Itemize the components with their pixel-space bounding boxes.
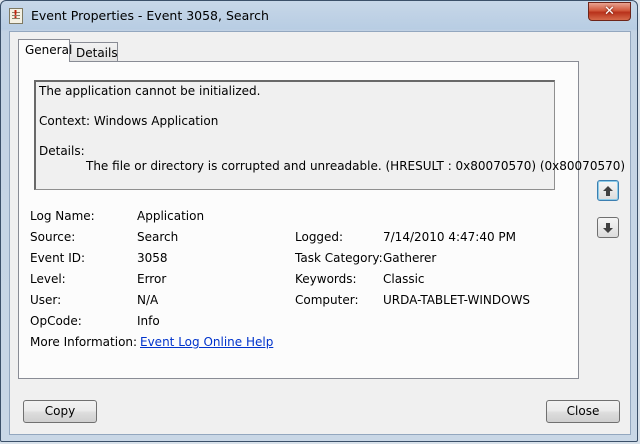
- log-name-value: Application: [137, 209, 205, 223]
- logged-label: Logged:: [295, 230, 344, 244]
- keywords-label: Keywords:: [295, 272, 357, 286]
- user-label: User:: [30, 293, 62, 307]
- close-icon: ✕: [604, 4, 615, 19]
- log-name-label: Log Name:: [30, 209, 95, 223]
- previous-event-button[interactable]: [597, 180, 619, 201]
- event-log-online-help-link[interactable]: Event Log Online Help: [140, 335, 273, 349]
- window-title: Event Properties - Event 3058, Search: [31, 8, 269, 23]
- computer-value: URDA-TABLET-WINDOWS: [383, 293, 531, 307]
- level-value: Error: [137, 272, 167, 286]
- tab-general[interactable]: General: [18, 39, 73, 62]
- tab-details[interactable]: Details: [69, 42, 118, 62]
- more-information-label: More Information:: [30, 335, 138, 349]
- source-label: Source:: [30, 230, 76, 244]
- tab-details-label: Details: [76, 46, 118, 60]
- description-line-4: The file or directory is corrupted and u…: [86, 159, 626, 173]
- close-window-button[interactable]: ✕: [588, 2, 631, 21]
- event-description-box[interactable]: The application cannot be initialized. C…: [34, 80, 625, 190]
- event-id-label: Event ID:: [30, 251, 86, 265]
- computer-label: Computer:: [295, 293, 359, 307]
- description-line-3: Details:: [39, 144, 85, 158]
- description-line-1: The application cannot be initialized.: [39, 84, 261, 98]
- task-category-value: Gatherer: [383, 251, 437, 265]
- tab-general-label: General: [25, 43, 73, 57]
- close-button[interactable]: Close: [546, 400, 620, 423]
- arrow-up-icon: [603, 185, 613, 196]
- arrow-down-icon: [603, 222, 613, 233]
- copy-button-label: Copy: [44, 404, 76, 418]
- dialog-body: General Details The application cannot b…: [9, 31, 631, 435]
- description-line-2: Context: Windows Application: [39, 114, 219, 128]
- close-button-label: Close: [566, 404, 600, 418]
- copy-button[interactable]: Copy: [23, 400, 97, 423]
- level-label: Level:: [30, 272, 66, 286]
- event-properties-window: Event Properties - Event 3058, Search ✕ …: [0, 0, 638, 442]
- general-tab-panel: The application cannot be initialized. C…: [18, 61, 625, 379]
- opcode-value: Info: [137, 314, 160, 328]
- event-viewer-icon: [9, 8, 23, 24]
- next-event-button[interactable]: [597, 217, 619, 238]
- user-value: N/A: [137, 293, 159, 307]
- source-value: Search: [137, 230, 179, 244]
- event-id-value: 3058: [137, 251, 168, 265]
- task-category-label: Task Category:: [295, 251, 383, 265]
- opcode-label: OpCode:: [30, 314, 82, 328]
- title-bar[interactable]: Event Properties - Event 3058, Search ✕: [1, 1, 637, 31]
- logged-value: 7/14/2010 4:47:40 PM: [383, 230, 517, 244]
- keywords-value: Classic: [383, 272, 425, 286]
